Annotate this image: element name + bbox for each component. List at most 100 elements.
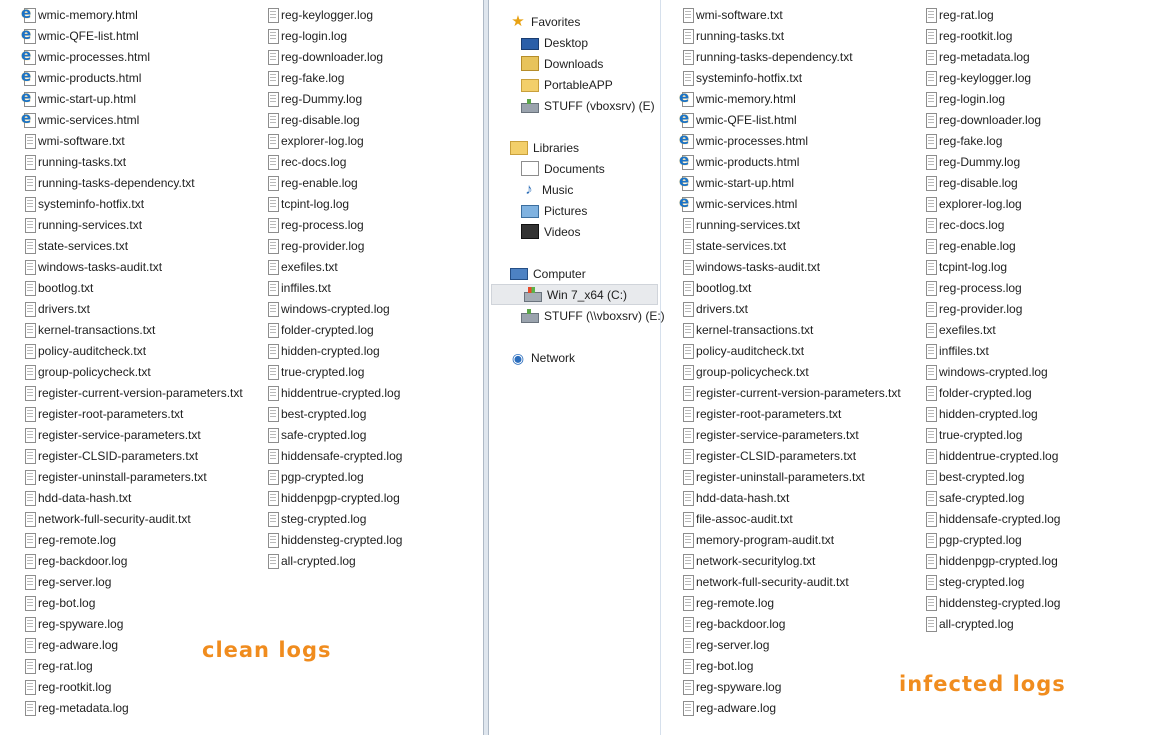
nav-item[interactable]: PortableAPP: [489, 74, 660, 95]
file-item[interactable]: running-tasks.txt: [680, 25, 901, 46]
file-item[interactable]: reg-rat.log: [923, 4, 1060, 25]
file-item[interactable]: wmic-services.html: [679, 193, 901, 214]
file-item[interactable]: hiddentrue-crypted.log: [923, 445, 1060, 466]
file-item[interactable]: windows-crypted.log: [923, 361, 1060, 382]
nav-item[interactable]: Pictures: [489, 200, 660, 221]
file-item[interactable]: drivers.txt: [22, 298, 243, 319]
file-item[interactable]: reg-server.log: [680, 634, 901, 655]
file-item[interactable]: wmic-QFE-list.html: [679, 109, 901, 130]
file-item[interactable]: reg-rootkit.log: [923, 25, 1060, 46]
file-item[interactable]: bootlog.txt: [680, 277, 901, 298]
file-item[interactable]: reg-login.log: [923, 88, 1060, 109]
nav-item[interactable]: Downloads: [489, 53, 660, 74]
file-item[interactable]: reg-bot.log: [22, 592, 243, 613]
file-item[interactable]: register-uninstall-parameters.txt: [680, 466, 901, 487]
file-item[interactable]: reg-remote.log: [22, 529, 243, 550]
file-item[interactable]: hdd-data-hash.txt: [22, 487, 243, 508]
file-item[interactable]: hiddenpgp-crypted.log: [923, 550, 1060, 571]
file-item[interactable]: pgp-crypted.log: [265, 466, 402, 487]
file-item[interactable]: wmic-QFE-list.html: [21, 25, 243, 46]
file-item[interactable]: network-full-security-audit.txt: [680, 571, 901, 592]
file-item[interactable]: reg-Dummy.log: [265, 88, 402, 109]
file-item[interactable]: hiddensteg-crypted.log: [265, 529, 402, 550]
file-item[interactable]: inffiles.txt: [923, 340, 1060, 361]
file-item[interactable]: policy-auditcheck.txt: [680, 340, 901, 361]
file-item[interactable]: file-assoc-audit.txt: [680, 508, 901, 529]
nav-item[interactable]: Videos: [489, 221, 660, 242]
file-item[interactable]: hdd-data-hash.txt: [680, 487, 901, 508]
file-item[interactable]: reg-process.log: [923, 277, 1060, 298]
file-item[interactable]: inffiles.txt: [265, 277, 402, 298]
file-item[interactable]: hidden-crypted.log: [923, 403, 1060, 424]
file-item[interactable]: reg-spyware.log: [22, 613, 243, 634]
file-item[interactable]: register-root-parameters.txt: [22, 403, 243, 424]
file-item[interactable]: register-service-parameters.txt: [680, 424, 901, 445]
file-item[interactable]: reg-backdoor.log: [22, 550, 243, 571]
file-item[interactable]: network-securitylog.txt: [680, 550, 901, 571]
file-item[interactable]: systeminfo-hotfix.txt: [22, 193, 243, 214]
file-item[interactable]: wmic-start-up.html: [21, 88, 243, 109]
file-item[interactable]: state-services.txt: [22, 235, 243, 256]
file-item[interactable]: wmic-processes.html: [679, 130, 901, 151]
nav-computer[interactable]: Computer: [489, 263, 660, 284]
file-item[interactable]: group-policycheck.txt: [22, 361, 243, 382]
file-item[interactable]: hiddenpgp-crypted.log: [265, 487, 402, 508]
nav-item[interactable]: STUFF (vboxsrv) (E): [489, 95, 660, 116]
file-item[interactable]: running-tasks.txt: [22, 151, 243, 172]
nav-favorites[interactable]: ★ Favorites: [489, 11, 660, 32]
file-item[interactable]: reg-bot.log: [680, 655, 901, 676]
file-item[interactable]: exefiles.txt: [265, 256, 402, 277]
file-item[interactable]: explorer-log.log: [265, 130, 402, 151]
file-item[interactable]: tcpint-log.log: [923, 256, 1060, 277]
file-item[interactable]: tcpint-log.log: [265, 193, 402, 214]
file-item[interactable]: hiddensafe-crypted.log: [265, 445, 402, 466]
file-item[interactable]: kernel-transactions.txt: [680, 319, 901, 340]
file-item[interactable]: folder-crypted.log: [923, 382, 1060, 403]
file-item[interactable]: reg-rootkit.log: [22, 676, 243, 697]
file-item[interactable]: best-crypted.log: [265, 403, 402, 424]
file-item[interactable]: wmi-software.txt: [680, 4, 901, 25]
file-item[interactable]: reg-spyware.log: [680, 676, 901, 697]
nav-item[interactable]: ♪ Music: [489, 179, 660, 200]
file-item[interactable]: memory-program-audit.txt: [680, 529, 901, 550]
file-item[interactable]: windows-crypted.log: [265, 298, 402, 319]
file-item[interactable]: safe-crypted.log: [265, 424, 402, 445]
file-item[interactable]: register-root-parameters.txt: [680, 403, 901, 424]
file-item[interactable]: windows-tasks-audit.txt: [22, 256, 243, 277]
file-item[interactable]: all-crypted.log: [923, 613, 1060, 634]
file-item[interactable]: true-crypted.log: [923, 424, 1060, 445]
file-item[interactable]: reg-provider.log: [265, 235, 402, 256]
file-item[interactable]: reg-remote.log: [680, 592, 901, 613]
file-item[interactable]: reg-keylogger.log: [923, 67, 1060, 88]
file-item[interactable]: hiddensafe-crypted.log: [923, 508, 1060, 529]
file-item[interactable]: true-crypted.log: [265, 361, 402, 382]
file-item[interactable]: register-CLSID-parameters.txt: [22, 445, 243, 466]
file-item[interactable]: reg-enable.log: [265, 172, 402, 193]
file-item[interactable]: reg-fake.log: [923, 130, 1060, 151]
file-item[interactable]: drivers.txt: [680, 298, 901, 319]
file-item[interactable]: safe-crypted.log: [923, 487, 1060, 508]
file-item[interactable]: bootlog.txt: [22, 277, 243, 298]
file-item[interactable]: kernel-transactions.txt: [22, 319, 243, 340]
file-item[interactable]: register-CLSID-parameters.txt: [680, 445, 901, 466]
file-item[interactable]: wmic-memory.html: [21, 4, 243, 25]
file-item[interactable]: reg-server.log: [22, 571, 243, 592]
file-item[interactable]: steg-crypted.log: [265, 508, 402, 529]
file-item[interactable]: reg-metadata.log: [923, 46, 1060, 67]
file-item[interactable]: policy-auditcheck.txt: [22, 340, 243, 361]
file-item[interactable]: windows-tasks-audit.txt: [680, 256, 901, 277]
file-item[interactable]: all-crypted.log: [265, 550, 402, 571]
file-item[interactable]: explorer-log.log: [923, 193, 1060, 214]
file-item[interactable]: wmic-start-up.html: [679, 172, 901, 193]
file-item[interactable]: reg-provider.log: [923, 298, 1060, 319]
file-item[interactable]: wmic-products.html: [679, 151, 901, 172]
nav-libraries[interactable]: Libraries: [489, 137, 660, 158]
file-item[interactable]: reg-Dummy.log: [923, 151, 1060, 172]
file-item[interactable]: reg-backdoor.log: [680, 613, 901, 634]
file-item[interactable]: register-uninstall-parameters.txt: [22, 466, 243, 487]
file-item[interactable]: state-services.txt: [680, 235, 901, 256]
file-item[interactable]: reg-enable.log: [923, 235, 1060, 256]
file-item[interactable]: exefiles.txt: [923, 319, 1060, 340]
nav-item[interactable]: Desktop: [489, 32, 660, 53]
file-item[interactable]: folder-crypted.log: [265, 319, 402, 340]
